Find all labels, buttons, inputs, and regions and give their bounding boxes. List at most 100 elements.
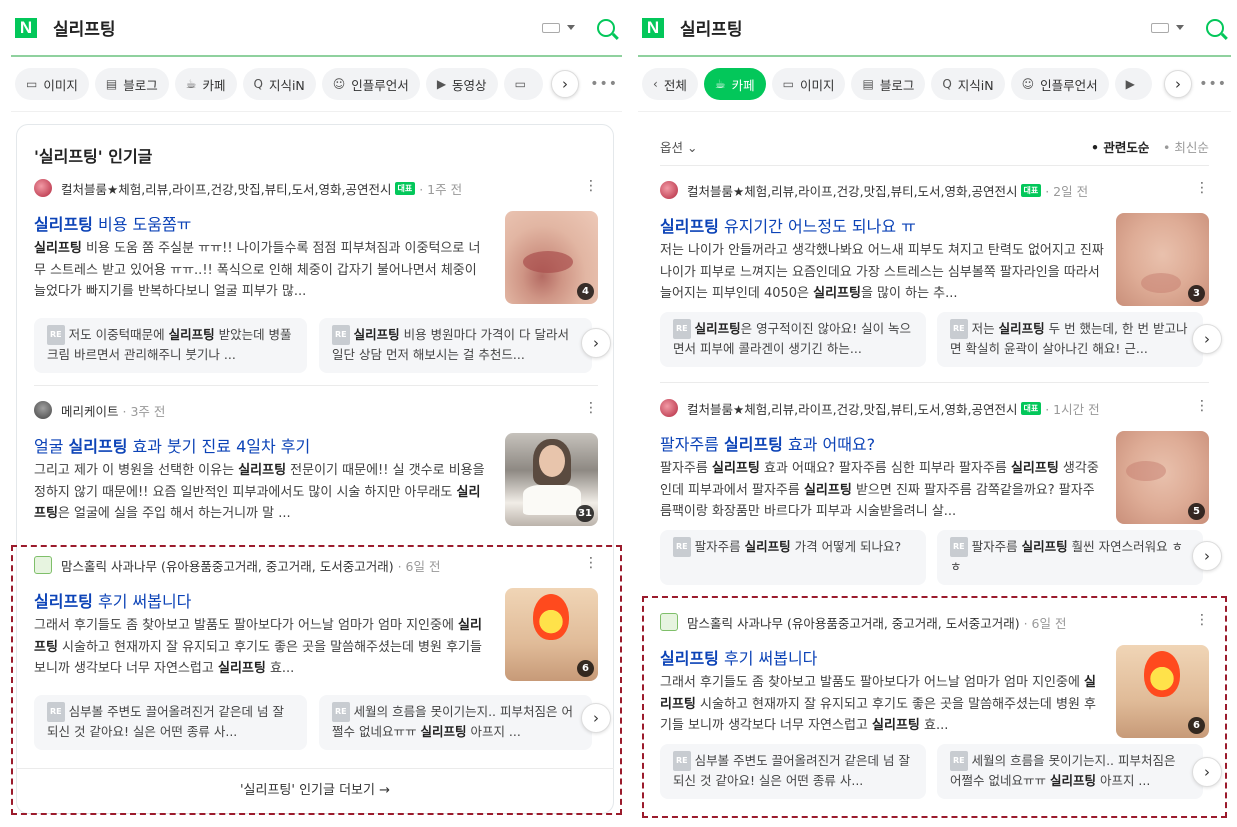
search-header: N 실리프팅: [638, 0, 1231, 57]
reply-text: 실리프팅 비용 병원마다 가격이 다 달라서 일단 상담 먼저 해보시는 걸 추…: [332, 327, 570, 362]
tab-cafe[interactable]: ☕ 카페: [703, 68, 766, 100]
keyboard-icon[interactable]: [542, 22, 560, 33]
kebab-menu-icon[interactable]: ⋮: [584, 178, 598, 194]
image-icon: ▭: [782, 77, 794, 91]
tab-cafe[interactable]: ☕ 카페: [174, 68, 237, 100]
avatar[interactable]: [660, 181, 678, 199]
post-title[interactable]: 얼굴 실리프팅 효과 붓기 진료 4일차 후기: [34, 433, 310, 457]
search-icon[interactable]: [1206, 18, 1224, 37]
image-count: 3: [1188, 285, 1205, 302]
chevron-down-icon[interactable]: [567, 25, 575, 30]
post-snippet[interactable]: 팔자주름 실리프팅 효과 어때요? 팔자주름 심한 피부라 팔자주름 실리프팅 …: [660, 458, 1105, 524]
post-snippet[interactable]: 그리고 제가 이 병원을 선택한 이유는 실리프팅 전문이기 때문에!! 실 갯…: [34, 460, 489, 526]
tab-blog[interactable]: ▤ 블로그: [94, 68, 169, 100]
reply-next-button[interactable]: ›: [1192, 324, 1222, 354]
author-name[interactable]: 컬처블룸★체험,리뷰,라이프,건강,맛집,뷰티,도서,영화,공연전시: [61, 179, 392, 198]
options-label: 옵션: [660, 140, 684, 155]
keyboard-icon[interactable]: [1151, 22, 1169, 33]
author-name[interactable]: 메리케이트: [61, 401, 119, 420]
post-snippet[interactable]: 실리프팅 비용 도움 쫌 주실분 ㅠㅠ!! 나이가들수록 점점 피부쳐짐과 이중…: [34, 238, 489, 304]
tab-kin[interactable]: Q 지식iN: [242, 68, 316, 100]
more-dots-icon[interactable]: •••: [590, 76, 618, 92]
post-title[interactable]: 팔자주름 실리프팅 효과 어때요?: [660, 431, 875, 455]
reply-item[interactable]: RE 팔자주름 실리프팅 가격 어떻게 되나요?: [660, 530, 926, 585]
reply-text: 팔자주름 실리프팅 훨씬 자연스러워요 ㅎㅎ: [950, 539, 1184, 574]
reply-next-button[interactable]: ›: [581, 328, 611, 358]
chevron-down-icon[interactable]: [1176, 25, 1184, 30]
post-time: · 1시간 전: [1045, 401, 1100, 417]
tab-video[interactable]: ▶: [1114, 68, 1152, 100]
search-icon[interactable]: [597, 18, 615, 37]
person-icon: ☺: [1021, 77, 1035, 91]
re-icon: RE: [673, 537, 691, 557]
post-thumbnail[interactable]: 5: [1116, 431, 1209, 524]
tab-bar: ‹ 전체 ☕ 카페 ▭ 이미지 ▤ 블로그 Q 지식iN ☺ 인플루언서 ▶ › •••: [638, 57, 1231, 112]
post-title[interactable]: 실리프팅 비용 도움쫌ㅠ: [34, 211, 191, 235]
image-count: 5: [1188, 503, 1205, 520]
post-item: 메리케이트 · 3주 전 ⋮ 얼굴 실리프팅 효과 붓기 진료 4일차 후기 그…: [34, 400, 598, 530]
reply-next-button[interactable]: ›: [1192, 541, 1222, 571]
cafe-icon: ☕: [714, 77, 726, 91]
representative-badge: 대표: [394, 181, 416, 195]
avatar[interactable]: [34, 401, 52, 419]
post-thumbnail[interactable]: 3: [1116, 213, 1209, 306]
options-toggle[interactable]: 옵션 ⌄: [660, 137, 697, 156]
post-snippet[interactable]: 저는 나이가 안들꺼라고 생각했나봐요 어느새 피부도 쳐지고 탄력도 없어지고…: [660, 240, 1105, 306]
post-item: 컬처블룸★체험,리뷰,라이프,건강,맛집,뷰티,도서,영화,공연전시 대표 · …: [34, 178, 611, 378]
section-title: '실리프팅' 인기글: [34, 147, 153, 166]
reply-list: RE 팔자주름 실리프팅 가격 어떻게 되나요? RE 팔자주름 실리프팅 훨씬 자…: [660, 530, 1215, 585]
tab-label: 카페: [731, 77, 755, 93]
cafe-icon: ☕: [185, 77, 197, 91]
divider: [34, 385, 598, 386]
highlight-box: [11, 545, 622, 815]
avatar[interactable]: [660, 399, 678, 417]
chevron-down-icon: ⌄: [687, 140, 698, 155]
back-icon: ‹: [653, 77, 658, 91]
tab-image[interactable]: ▭ 이미지: [771, 68, 846, 100]
tab-kin[interactable]: Q 지식iN: [931, 68, 1005, 100]
tab-next-button[interactable]: ›: [1164, 70, 1192, 98]
more-tab-icon: ▭: [514, 77, 526, 91]
tab-more[interactable]: ▭: [503, 68, 543, 100]
sort-relevance[interactable]: • 관련도순: [1091, 137, 1149, 156]
sort-latest[interactable]: • 최신순: [1163, 137, 1209, 156]
blog-icon: ▤: [862, 77, 874, 91]
reply-item[interactable]: RE 실리프팅 비용 병원마다 가격이 다 달라서 일단 상담 먼저 해보시는 걸…: [319, 318, 592, 373]
naver-logo[interactable]: N: [15, 17, 37, 38]
tab-label: 전체: [663, 77, 687, 93]
reply-item[interactable]: RE 실리프팅은 영구적이진 않아요! 실이 녹으면서 피부에 콜라겐이 생기긴 …: [660, 312, 926, 367]
tab-influencer[interactable]: ☺ 인플루언서: [321, 68, 420, 100]
kin-icon: Q: [253, 77, 263, 91]
search-query[interactable]: 실리프팅: [680, 15, 1151, 40]
naver-logo[interactable]: N: [642, 17, 664, 38]
search-query[interactable]: 실리프팅: [53, 15, 542, 40]
tab-bar: ▭ 이미지 ▤ 블로그 ☕ 카페 Q 지식iN ☺ 인플루언서 ▶ 동영상 ▭ › •••: [11, 57, 622, 112]
divider: [660, 165, 1209, 166]
kebab-menu-icon[interactable]: ⋮: [1195, 180, 1209, 196]
re-icon: RE: [332, 325, 350, 345]
post-thumbnail[interactable]: 4: [505, 211, 598, 304]
author-name[interactable]: 컬처블룸★체험,리뷰,라이프,건강,맛집,뷰티,도서,영화,공연전시: [687, 181, 1018, 200]
tab-video[interactable]: ▶ 동영상: [425, 68, 498, 100]
post-thumbnail[interactable]: 31: [505, 433, 598, 526]
tab-influencer[interactable]: ☺ 인플루언서: [1010, 68, 1109, 100]
tab-image[interactable]: ▭ 이미지: [15, 68, 89, 100]
post-time: · 2일 전: [1045, 183, 1089, 199]
tab-all[interactable]: ‹ 전체: [642, 68, 698, 100]
reply-text: 실리프팅은 영구적이진 않아요! 실이 녹으면서 피부에 콜라겐이 생기긴 하는…: [673, 321, 912, 356]
reply-item[interactable]: RE 저도 이중턱때문에 실리프팅 받았는데 병풀크림 바르면서 관리해주니 붓기…: [34, 318, 307, 373]
post-title[interactable]: 실리프팅 유지기간 어느정도 되나요 ㅠ: [660, 213, 916, 237]
tab-next-button[interactable]: ›: [551, 70, 579, 98]
video-icon: ▶: [436, 77, 447, 91]
kebab-menu-icon[interactable]: ⋮: [1195, 398, 1209, 414]
image-count: 4: [577, 283, 594, 300]
tab-label: 블로그: [123, 77, 158, 93]
search-header: N 실리프팅: [11, 0, 622, 57]
reply-item[interactable]: RE 저는 실리프팅 두 번 했는데, 한 번 받고나면 확실히 윤곽이 살아나긴…: [937, 312, 1203, 367]
more-dots-icon[interactable]: •••: [1199, 76, 1227, 92]
tab-blog[interactable]: ▤ 블로그: [851, 68, 926, 100]
reply-item[interactable]: RE 팔자주름 실리프팅 훨씬 자연스러워요 ㅎㅎ: [937, 530, 1203, 585]
avatar[interactable]: [34, 179, 52, 197]
author-name[interactable]: 컬처블룸★체험,리뷰,라이프,건강,맛집,뷰티,도서,영화,공연전시: [687, 399, 1018, 418]
kebab-menu-icon[interactable]: ⋮: [584, 400, 598, 416]
